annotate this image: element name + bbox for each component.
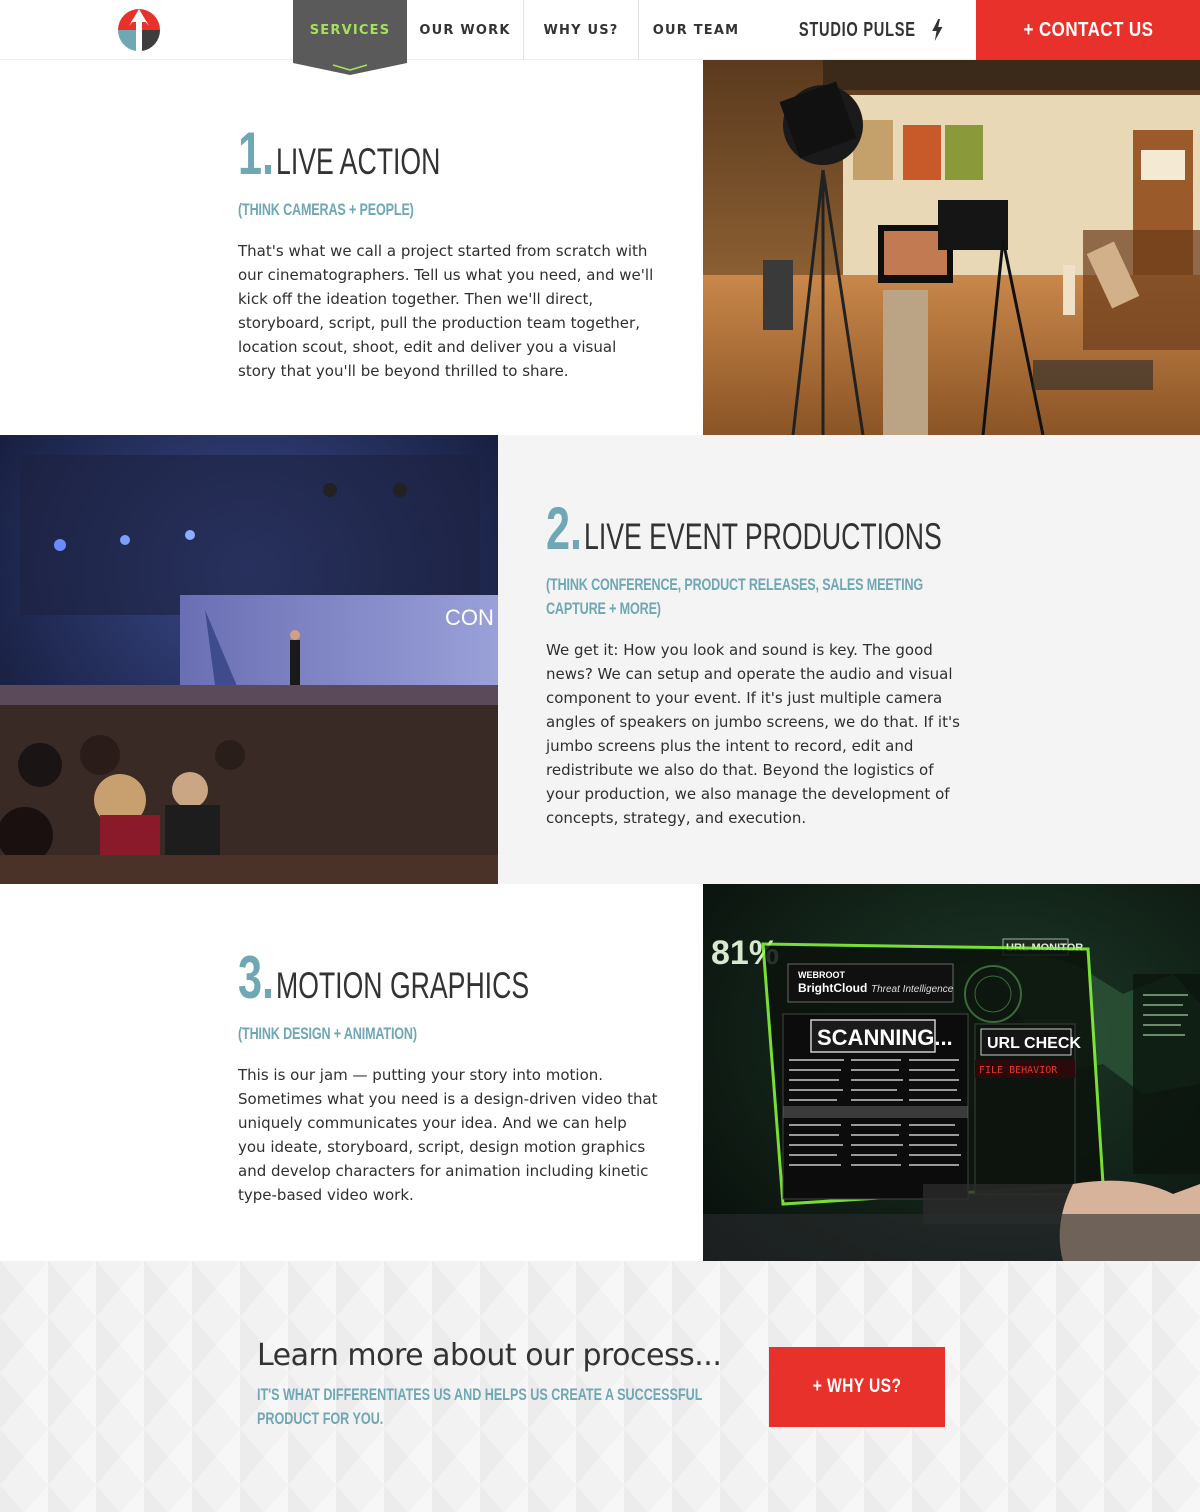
service-title: LIVE EVENT PRODUCTIONS — [584, 516, 942, 557]
service-number: 2. — [546, 495, 583, 562]
service-text: 3. MOTION GRAPHICS (THINK DESIGN + ANIMA… — [238, 948, 658, 1207]
service-subtitle: (THINK CAMERAS + PEOPLE) — [238, 198, 658, 222]
active-nav-pointer — [293, 59, 407, 75]
service-title: MOTION GRAPHICS — [276, 965, 530, 1006]
mg-product-tail: Threat Intelligence — [871, 984, 954, 995]
mg-url-check: URL CHECK — [987, 1035, 1081, 1052]
service-subtitle-text: (THINK CAMERAS + PEOPLE) — [238, 200, 414, 219]
lightning-icon — [932, 19, 943, 41]
motion-graphics-photo: 81% URL MONITOR WEBROOT BrightCloud Thre… — [703, 884, 1200, 1261]
why-us-button-label: + WHY US? — [812, 1376, 902, 1397]
service-heading: 3. MOTION GRAPHICS — [238, 948, 658, 1008]
why-us-button[interactable]: + WHY US? — [769, 1347, 945, 1427]
service-heading: 1. LIVE ACTION — [238, 124, 658, 184]
contact-us-button[interactable]: + CONTACT US — [976, 0, 1200, 60]
service-number: 3. — [238, 944, 275, 1011]
service-description: That's what we call a project started fr… — [238, 242, 654, 380]
service-live-event-productions: CON 2. LIVE EVENT PRODUCTIONS (THINK CON… — [0, 435, 1200, 884]
mg-scanning: SCANNING... — [817, 1025, 953, 1050]
service-subtitle-text: (THINK DESIGN + ANIMATION) — [238, 1024, 417, 1043]
process-cta-section: Learn more about our process... IT'S WHA… — [0, 1261, 1200, 1512]
nav-our-team[interactable]: OUR TEAM — [639, 0, 753, 60]
nav-our-work[interactable]: OUR WORK — [407, 0, 523, 60]
event-screen-text: CON — [445, 605, 494, 630]
live-action-photo — [703, 60, 1200, 435]
site-header: SERVICES OUR WORK WHY US? OUR TEAM STUDI… — [0, 0, 1200, 60]
nav-studio-pulse[interactable]: STUDIO PULSE — [789, 0, 944, 60]
cta-title: Learn more about our process... — [257, 1338, 722, 1373]
mg-product: BrightCloud — [798, 981, 867, 995]
nav-studio-pulse-label: STUDIO PULSE — [798, 18, 916, 41]
service-live-action: 1. LIVE ACTION (THINK CAMERAS + PEOPLE) … — [0, 60, 1200, 435]
service-text: 2. LIVE EVENT PRODUCTIONS (THINK CONFERE… — [546, 499, 966, 830]
service-heading: 2. LIVE EVENT PRODUCTIONS — [546, 499, 966, 559]
live-event-photo: CON — [0, 435, 498, 884]
service-title: LIVE ACTION — [276, 141, 441, 182]
service-subtitle-text: (THINK CONFERENCE, PRODUCT RELEASES, SAL… — [546, 575, 924, 618]
service-number: 1. — [238, 120, 275, 187]
nav-services[interactable]: SERVICES — [293, 0, 407, 60]
service-subtitle: (THINK DESIGN + ANIMATION) — [238, 1022, 658, 1046]
service-text: 1. LIVE ACTION (THINK CAMERAS + PEOPLE) … — [238, 124, 658, 383]
contact-us-label: + CONTACT US — [1023, 18, 1153, 41]
service-description: This is our jam — putting your story int… — [238, 1066, 658, 1204]
service-subtitle: (THINK CONFERENCE, PRODUCT RELEASES, SAL… — [546, 573, 966, 621]
mg-brand: WEBROOT — [798, 970, 845, 980]
mg-file-behavior: FILE BEHAVIOR — [979, 1065, 1058, 1076]
nav-why-us[interactable]: WHY US? — [524, 0, 638, 60]
service-motion-graphics: 3. MOTION GRAPHICS (THINK DESIGN + ANIMA… — [0, 884, 1200, 1261]
logo-icon[interactable] — [115, 6, 163, 54]
cta-subtitle: IT'S WHAT DIFFERENTIATES US AND HELPS US… — [257, 1385, 703, 1428]
service-description: We get it: How you look and sound is key… — [546, 641, 960, 827]
